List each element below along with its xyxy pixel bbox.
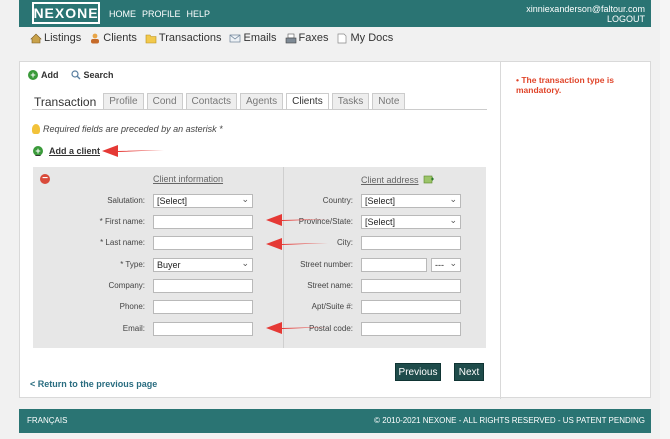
phone-label: Phone: bbox=[119, 302, 145, 311]
type-select[interactable]: Buyer bbox=[153, 257, 253, 272]
street-number-input[interactable] bbox=[361, 258, 427, 272]
province-select[interactable]: [Select] bbox=[361, 214, 461, 229]
top-nav: HOME PROFILE HELP bbox=[109, 9, 210, 19]
envelope-icon bbox=[230, 34, 241, 42]
error-text: The transaction type is mandatory. bbox=[516, 75, 614, 95]
add-button[interactable]: + Add bbox=[28, 70, 59, 80]
nav-faxes-label: Faxes bbox=[298, 32, 329, 44]
main-nav: Listings Clients Transactions Emails Fax… bbox=[30, 32, 393, 44]
client-form: − Client information Client address Salu… bbox=[33, 167, 486, 348]
client-information-heading: Client information bbox=[153, 174, 224, 184]
nav-listings[interactable]: Listings bbox=[30, 32, 81, 44]
tab-contacts[interactable]: Contacts bbox=[185, 93, 237, 109]
type-label: * Type: bbox=[120, 260, 145, 269]
footer: FRANÇAIS © 2010-2021 NEXONE - ALL RIGHTS… bbox=[19, 409, 651, 433]
content-column: + Add Search Transaction Profile Cond Co… bbox=[20, 62, 501, 399]
previous-button[interactable]: Previous bbox=[395, 363, 441, 381]
toolbar: + Add Search bbox=[28, 70, 114, 80]
folder-icon bbox=[145, 34, 157, 43]
top-bar: NEXONE HOME PROFILE HELP xinniexanderson… bbox=[19, 0, 651, 27]
tab-tasks[interactable]: Tasks bbox=[331, 93, 370, 109]
house-icon bbox=[30, 33, 42, 43]
email-label: Email: bbox=[122, 324, 145, 333]
search-icon bbox=[70, 70, 80, 80]
nav-home[interactable]: HOME bbox=[109, 9, 136, 19]
salutation-label: Salutation: bbox=[107, 196, 145, 205]
next-button[interactable]: Next bbox=[454, 363, 484, 381]
copyright-text: © 2010-2021 NEXONE - ALL RIGHTS RESERVED… bbox=[374, 416, 645, 425]
main-panel: + Add Search Transaction Profile Cond Co… bbox=[19, 61, 651, 399]
error-message: • The transaction type is mandatory. bbox=[516, 75, 614, 95]
tab-cond[interactable]: Cond bbox=[146, 93, 183, 109]
company-label: Company: bbox=[108, 281, 145, 290]
nav-transactions[interactable]: Transactions bbox=[145, 32, 222, 44]
add-client-label: Add a client bbox=[49, 146, 101, 156]
tab-profile[interactable]: Profile bbox=[103, 93, 144, 109]
nav-clients[interactable]: Clients bbox=[89, 32, 137, 44]
phone-input[interactable] bbox=[153, 300, 253, 314]
nav-listings-label: Listings bbox=[44, 32, 82, 44]
language-link[interactable]: FRANÇAIS bbox=[27, 416, 67, 425]
nav-help[interactable]: HELP bbox=[187, 9, 211, 19]
last-name-label: * Last name: bbox=[100, 238, 145, 247]
tab-clients[interactable]: Clients bbox=[286, 93, 329, 109]
logout-link[interactable]: LOGOUT bbox=[607, 14, 645, 24]
tab-agents[interactable]: Agents bbox=[239, 93, 284, 109]
last-name-input[interactable] bbox=[153, 236, 253, 250]
first-name-input[interactable] bbox=[153, 215, 253, 229]
nav-mydocs-label: My Docs bbox=[350, 32, 394, 44]
remove-client-icon[interactable]: − bbox=[40, 174, 50, 184]
nexone-logo[interactable]: NEXONE bbox=[32, 2, 100, 24]
search-button[interactable]: Search bbox=[70, 70, 114, 80]
nav-clients-label: Clients bbox=[103, 32, 137, 44]
nav-emails[interactable]: Emails bbox=[229, 32, 277, 44]
map-add-icon[interactable] bbox=[423, 174, 435, 185]
apt-suite-input[interactable] bbox=[361, 300, 461, 314]
search-label: Search bbox=[83, 70, 114, 80]
city-input[interactable] bbox=[361, 236, 461, 250]
tab-divider bbox=[32, 109, 487, 110]
nav-faxes[interactable]: Faxes bbox=[285, 32, 329, 44]
email-input[interactable] bbox=[153, 322, 253, 336]
street-number-label: Street number: bbox=[300, 260, 353, 269]
add-client-link[interactable]: + Add a client bbox=[33, 146, 100, 156]
tab-bar: Transaction Profile Cond Contacts Agents… bbox=[32, 93, 406, 109]
nav-profile[interactable]: PROFILE bbox=[142, 9, 181, 19]
first-name-label: * First name: bbox=[99, 217, 145, 226]
arrow-annotation-icon bbox=[266, 238, 328, 250]
required-note: Required fields are preceded by an aster… bbox=[32, 124, 223, 134]
tab-transaction[interactable]: Transaction bbox=[32, 95, 100, 109]
arrow-annotation-icon bbox=[266, 322, 328, 334]
nav-transactions-label: Transactions bbox=[158, 32, 222, 44]
apt-suite-label: Apt/Suite #: bbox=[311, 302, 353, 311]
nav-emails-label: Emails bbox=[243, 32, 277, 44]
plus-icon: + bbox=[28, 70, 38, 80]
street-suffix-select[interactable]: --- bbox=[431, 257, 461, 272]
arrow-annotation-icon bbox=[102, 145, 164, 157]
lightbulb-icon bbox=[32, 124, 40, 134]
clients-icon bbox=[91, 33, 100, 43]
document-icon bbox=[338, 33, 347, 43]
client-address-heading: Client address bbox=[361, 175, 419, 185]
nav-mydocs[interactable]: My Docs bbox=[336, 32, 393, 44]
salutation-select[interactable]: [Select] bbox=[153, 193, 253, 208]
required-note-text: Required fields are preceded by an aster… bbox=[43, 124, 223, 134]
postal-code-input[interactable] bbox=[361, 322, 461, 336]
add-label: Add bbox=[41, 70, 59, 80]
street-name-label: Street name: bbox=[307, 281, 353, 290]
fax-icon bbox=[285, 33, 296, 43]
company-input[interactable] bbox=[153, 279, 253, 293]
plus-icon: + bbox=[33, 146, 43, 156]
street-name-input[interactable] bbox=[361, 279, 461, 293]
arrow-annotation-icon bbox=[266, 214, 328, 226]
scrollbar[interactable] bbox=[660, 0, 670, 439]
country-label: Country: bbox=[322, 196, 353, 205]
tab-note[interactable]: Note bbox=[372, 93, 406, 109]
return-previous-link[interactable]: < Return to the previous page bbox=[30, 379, 157, 389]
country-select[interactable]: [Select] bbox=[361, 193, 461, 208]
user-email: xinniexanderson@faltour.com bbox=[526, 4, 645, 14]
